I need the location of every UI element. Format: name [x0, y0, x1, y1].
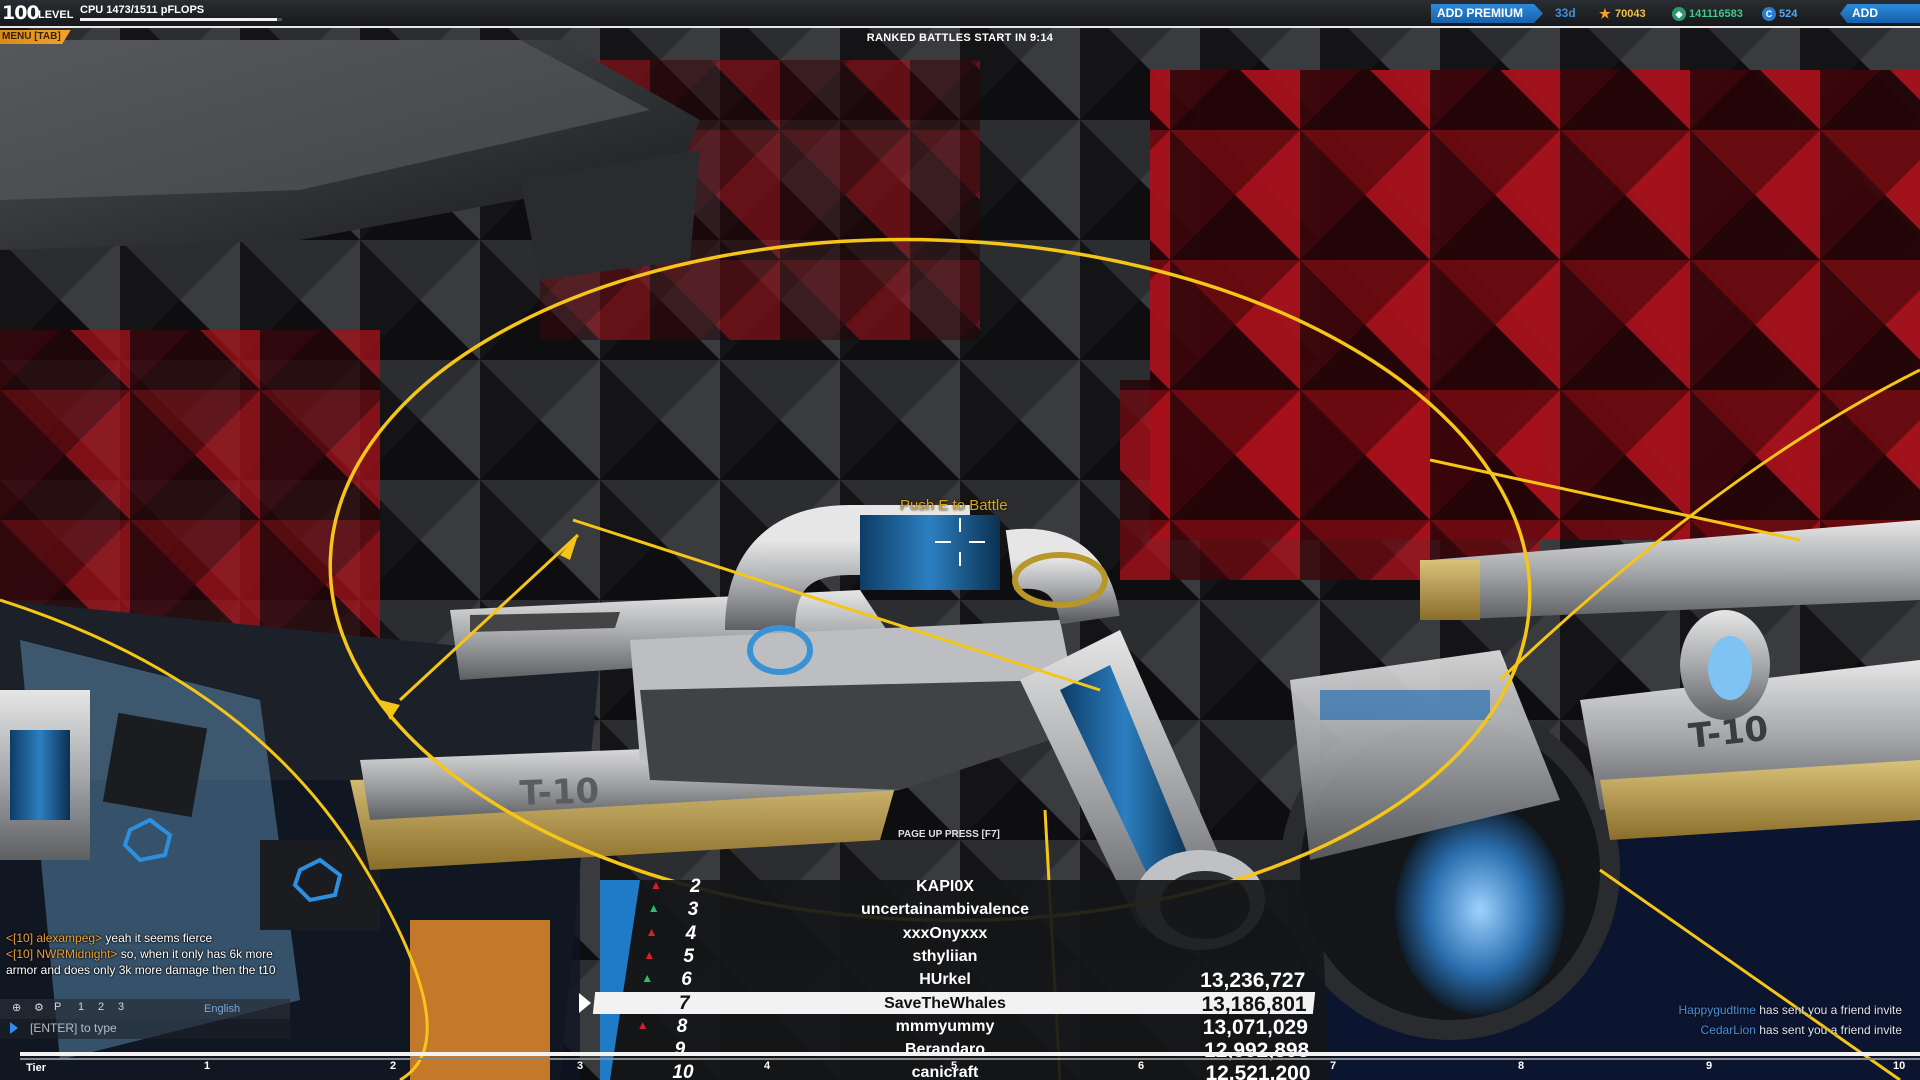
crosshair-icon — [935, 518, 985, 568]
leaderboard-page-hint: PAGE UP PRESS [F7] — [898, 829, 1000, 840]
chat-tab-2[interactable]: 2 — [98, 1001, 104, 1013]
chat-language[interactable]: English — [204, 1003, 240, 1015]
leaderboard-player-name: HUrkel — [919, 971, 971, 989]
premium-days: 33d — [1555, 6, 1576, 20]
leaderboard-rank: 4 — [685, 922, 697, 944]
cosmetic-credits: C 524 — [1762, 5, 1797, 23]
rank-down-icon: ▲ — [636, 1017, 649, 1032]
tech-points-icon: ★ — [1599, 6, 1611, 21]
chat-log: <[10] alexampeg> yeah it seems fierce <[1… — [6, 930, 296, 978]
chat-caret-icon — [10, 1022, 18, 1034]
chat-message: <[10] NWRMidnight> so, when it only has … — [6, 946, 296, 978]
chat-text: yeah it seems fierce — [102, 931, 213, 945]
cpu-bar — [80, 18, 282, 21]
rank-down-icon: ▲ — [650, 878, 662, 892]
tier-tick: 9 — [1706, 1060, 1713, 1072]
cpu-meter: CPU 1473/1511 pFLOPS — [80, 4, 282, 21]
tier-tick: 8 — [1518, 1060, 1525, 1072]
leaderboard-player-name: Berandaro — [904, 1041, 986, 1059]
friend-invite-notification[interactable]: CedarLion has sent you a friend invite — [1622, 1023, 1902, 1037]
leaderboard-player-name: uncertainambivalence — [860, 901, 1030, 919]
tier-tick: 4 — [764, 1060, 771, 1072]
leaderboard-player-name: xxxOnyxxx — [902, 924, 988, 942]
leaderboard-player-name: KAPI0X — [916, 878, 974, 895]
svg-text:T-10: T-10 — [519, 771, 600, 814]
leaderboard-rank: 10 — [672, 1062, 694, 1080]
self-marker-icon — [579, 992, 591, 1013]
add-funds-button[interactable]: ADD FUNDS — [1840, 4, 1920, 23]
leaderboard-score: 12,521,200 — [1205, 1062, 1311, 1080]
leaderboard-rank: 6 — [681, 969, 692, 991]
leaderboard-rank: 5 — [683, 945, 694, 967]
leaderboard-rank: 2 — [690, 876, 701, 897]
leaderboard-player-name: canicraft — [911, 1064, 979, 1080]
leaderboard-score: 13,186,801 — [1201, 992, 1307, 1016]
rank-up-icon: ▲ — [641, 971, 654, 986]
leaderboard-rank: 7 — [679, 992, 690, 1014]
battle-prompt: Push E to Battle — [900, 497, 1008, 514]
leaderboard-row: 10 canicraft 12,521,200 — [0, 1062, 1920, 1080]
robits: ◆ 141116583 — [1672, 5, 1743, 23]
leaderboard-rank: 8 — [676, 1015, 688, 1037]
tier-bar-track — [20, 1058, 1920, 1060]
player-level-label: LEVEL — [38, 9, 74, 21]
tech-points: ★ 70043 — [1599, 6, 1646, 21]
leaderboard-player-name: mmmyummy — [895, 1017, 995, 1035]
chat-tab-party[interactable]: P — [54, 1001, 61, 1013]
rank-down-icon: ▲ — [643, 947, 656, 962]
tier-label: Tier — [26, 1062, 46, 1074]
add-premium-button[interactable]: ADD PREMIUM — [1431, 4, 1543, 23]
leaderboard-player-name: sthyliian — [912, 947, 978, 965]
tier-tick: 2 — [390, 1060, 397, 1072]
friend-invite-notification[interactable]: Happygudtime has sent you a friend invit… — [1622, 1003, 1902, 1017]
chat-tab-3[interactable]: 3 — [118, 1001, 124, 1013]
chat-sender: <[10] NWRMidnight> — [6, 947, 118, 961]
tier-tick: 10 — [1893, 1060, 1906, 1072]
leaderboard-player-name: SaveTheWhales — [884, 994, 1006, 1012]
rank-up-icon: ▲ — [647, 901, 660, 916]
chat-input[interactable]: [ENTER] to type — [0, 1019, 290, 1039]
cpu-label: CPU 1473/1511 pFLOPS — [80, 4, 205, 16]
leaderboard-rank: 3 — [687, 899, 699, 921]
globe-icon[interactable]: ⊕ — [12, 1001, 21, 1014]
tier-bar — [20, 1052, 1920, 1056]
leaderboard-row: ▲ 2 KAPI0X — [0, 876, 1920, 898]
robits-icon: ◆ — [1672, 7, 1686, 21]
cosmetic-credits-icon: C — [1762, 7, 1776, 21]
tier-tick: 5 — [951, 1060, 958, 1072]
tier-tick: 6 — [1138, 1060, 1145, 1072]
player-level: 100 — [2, 2, 40, 24]
ranked-countdown: RANKED BATTLES START IN 9:14 — [866, 32, 1054, 44]
top-bar: 100 LEVEL CPU 1473/1511 pFLOPS ADD PREMI… — [0, 0, 1920, 28]
settings-icon[interactable]: ⚙ — [34, 1001, 44, 1014]
leaderboard-score: 13,071,029 — [1202, 1015, 1308, 1039]
cpu-bar-fill — [80, 18, 277, 21]
tier-tick: 3 — [577, 1060, 584, 1072]
leaderboard-score: 13,236,727 — [1200, 969, 1306, 993]
rank-down-icon: ▲ — [645, 924, 658, 939]
chat-tab-1[interactable]: 1 — [78, 1001, 84, 1013]
chat-toolbar: ⊕ ⚙ P 1 2 3 — [0, 999, 290, 1019]
leaderboard-row: ▲ 3 uncertainambivalence — [0, 899, 1920, 921]
chat-message: <[10] alexampeg> yeah it seems fierce — [6, 930, 296, 946]
tier-tick: 7 — [1330, 1060, 1337, 1072]
chat-sender: <[10] alexampeg> — [6, 931, 103, 945]
tier-tick: 1 — [204, 1060, 211, 1072]
